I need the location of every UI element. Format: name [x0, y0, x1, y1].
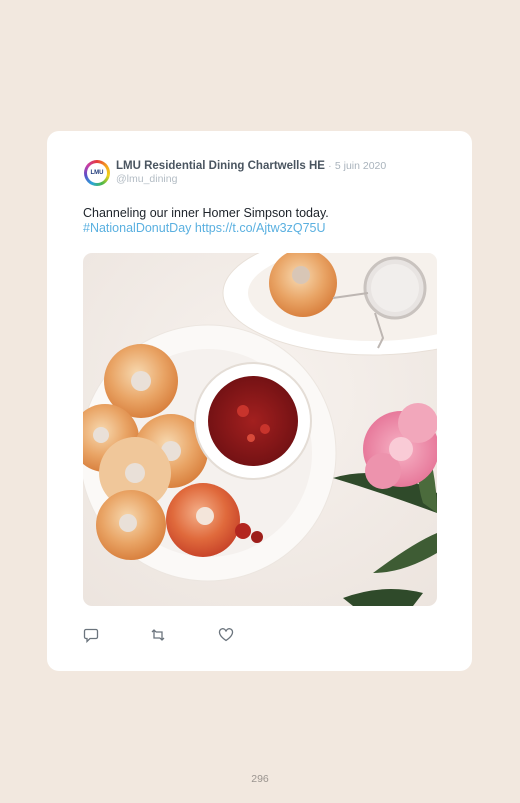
tweet-header: LMU Residential Dining Chartwells HE · 5…	[116, 159, 386, 173]
heart-icon[interactable]	[218, 627, 234, 643]
donut-photo-illustration	[83, 253, 437, 606]
url-link[interactable]: https://t.co/Ajtw3zQ75U	[195, 221, 326, 235]
avatar[interactable]: LMU	[84, 160, 110, 186]
separator: ·	[328, 160, 332, 172]
page-number: 296	[251, 773, 269, 785]
tweet-text: Channeling our inner Homer Simpson today…	[83, 206, 329, 220]
author-handle[interactable]: @lmu_dining	[116, 173, 177, 185]
hashtag-link[interactable]: #NationalDonutDay	[83, 221, 191, 235]
author-name[interactable]: LMU Residential Dining Chartwells HE	[116, 160, 325, 172]
tweet-date[interactable]: 5 juin 2020	[335, 160, 386, 172]
tweet-actions	[83, 627, 283, 644]
retweet-icon[interactable]	[150, 627, 166, 643]
tweet-links: #NationalDonutDay https://t.co/Ajtw3zQ75…	[83, 221, 326, 236]
comment-icon[interactable]	[83, 627, 99, 644]
tweet-card: LMU LMU Residential Dining Chartwells HE…	[47, 131, 472, 671]
tweet-photo[interactable]	[83, 253, 437, 606]
avatar-logo: LMU	[87, 163, 107, 183]
